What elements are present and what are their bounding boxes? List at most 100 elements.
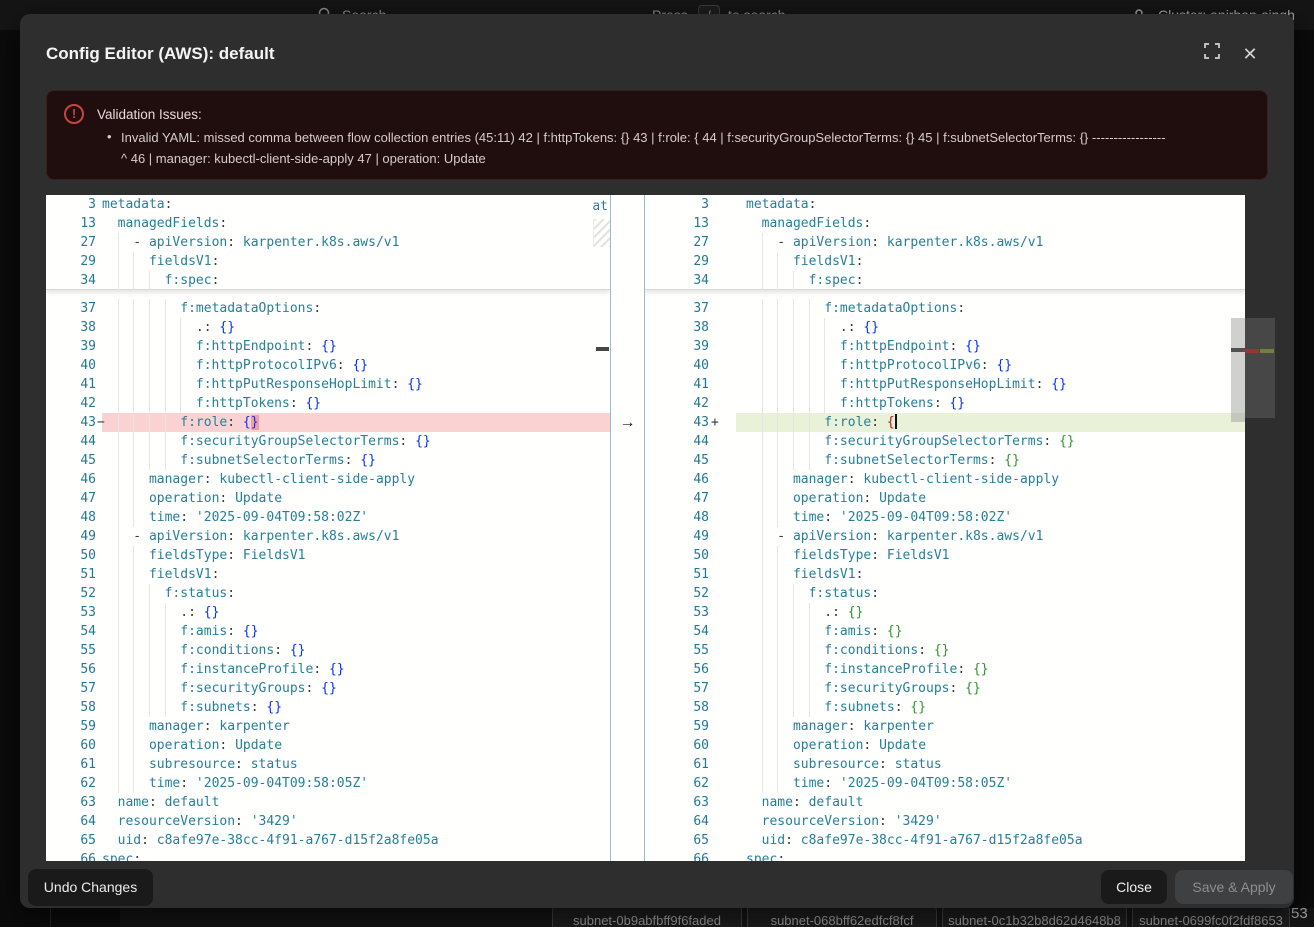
code-line-60[interactable]: 60operation: Update — [645, 736, 1245, 755]
code-line-50[interactable]: 50fieldsType: FieldsV1 — [645, 546, 1245, 565]
code-line-29[interactable]: 29fieldsV1: — [46, 252, 610, 271]
code-line-44[interactable]: 44f:securityGroupSelectorTerms: {} — [645, 432, 1245, 451]
code-line-54[interactable]: 54f:amis: {} — [46, 622, 610, 641]
code-text: - apiVersion: karpenter.k8s.aws/v1 — [102, 233, 399, 252]
code-text: subresource: status — [746, 755, 942, 774]
diff-sash[interactable]: → — [610, 195, 645, 861]
code-text: f:subnetSelectorTerms: {} — [746, 451, 1020, 470]
close-button[interactable]: Close — [1101, 870, 1167, 904]
save-apply-button-disabled[interactable]: Save & Apply — [1175, 870, 1293, 904]
code-line-60[interactable]: 60operation: Update — [46, 736, 610, 755]
code-line-47[interactable]: 47operation: Update — [645, 489, 1245, 508]
line-number: 29 — [46, 252, 96, 271]
code-line-44[interactable]: 44f:securityGroupSelectorTerms: {} — [46, 432, 610, 451]
code-line-34[interactable]: 34f:spec: — [645, 271, 1245, 290]
code-line-61[interactable]: 61subresource: status — [46, 755, 610, 774]
fullscreen-button[interactable] — [1200, 42, 1224, 66]
code-line-63[interactable]: 63name: default — [46, 793, 610, 812]
code-line-63[interactable]: 63name: default — [645, 793, 1245, 812]
code-line-56[interactable]: 56f:instanceProfile: {} — [645, 660, 1245, 679]
code-line-42[interactable]: 42f:httpTokens: {} — [46, 394, 610, 413]
code-line-58[interactable]: 58f:subnets: {} — [645, 698, 1245, 717]
code-line-52[interactable]: 52f:status: — [645, 584, 1245, 603]
code-line-27[interactable]: 27- apiVersion: karpenter.k8s.aws/v1 — [46, 233, 610, 252]
code-line-62[interactable]: 62time: '2025-09-04T09:58:05Z' — [645, 774, 1245, 793]
vertical-scrollbar-thumb[interactable] — [1231, 318, 1245, 422]
code-line-47[interactable]: 47operation: Update — [46, 489, 610, 508]
code-line-3[interactable]: 3metadata: — [645, 195, 1245, 214]
code-line-46[interactable]: 46manager: kubectl-client-side-apply — [46, 470, 610, 489]
code-line-65[interactable]: 65uid: c8afe97e-38cc-4f91-a767-d15f2a8fe… — [46, 831, 610, 850]
code-line-41[interactable]: 41f:httpPutResponseHopLimit: {} — [46, 375, 610, 394]
code-line-51[interactable]: 51fieldsV1: — [46, 565, 610, 584]
code-line-61[interactable]: 61subresource: status — [645, 755, 1245, 774]
code-line-13[interactable]: 13managedFields: — [645, 214, 1245, 233]
code-line-3[interactable]: 3metadata: — [46, 195, 610, 214]
code-line-56[interactable]: 56f:instanceProfile: {} — [46, 660, 610, 679]
code-line-58[interactable]: 58f:subnets: {} — [46, 698, 610, 717]
code-line-53[interactable]: 53.: {} — [46, 603, 610, 622]
code-line-38[interactable]: 38.: {} — [46, 318, 610, 337]
code-line-53[interactable]: 53.: {} — [645, 603, 1245, 622]
code-line-66[interactable]: 66spec: — [645, 850, 1245, 861]
code-line-50[interactable]: 50fieldsType: FieldsV1 — [46, 546, 610, 565]
code-line-59[interactable]: 59manager: karpenter — [645, 717, 1245, 736]
code-line-65[interactable]: 65uid: c8afe97e-38cc-4f91-a767-d15f2a8fe… — [645, 831, 1245, 850]
diff-overview-ruler[interactable] — [1245, 195, 1275, 861]
code-text: f:securityGroupSelectorTerms: {} — [746, 432, 1075, 451]
code-line-39[interactable]: 39f:httpEndpoint: {} — [645, 337, 1245, 356]
code-line-62[interactable]: 62time: '2025-09-04T09:58:05Z' — [46, 774, 610, 793]
code-text: f:metadataOptions: — [746, 299, 965, 318]
original-editor-pane[interactable]: at 3metadata:13managedFields:27- apiVers… — [46, 195, 610, 861]
code-line-46[interactable]: 46manager: kubectl-client-side-apply — [645, 470, 1245, 489]
code-line-52[interactable]: 52f:status: — [46, 584, 610, 603]
code-line-40[interactable]: 40f:httpProtocolIPv6: {} — [645, 356, 1245, 375]
code-line-38[interactable]: 38.: {} — [645, 318, 1245, 337]
code-line-64[interactable]: 64resourceVersion: '3429' — [645, 812, 1245, 831]
code-line-64[interactable]: 64resourceVersion: '3429' — [46, 812, 610, 831]
config-editor-dialog: Config Editor (AWS): default ✕ ! Validat… — [20, 14, 1294, 908]
code-line-55[interactable]: 55f:conditions: {} — [645, 641, 1245, 660]
code-line-37[interactable]: 37f:metadataOptions: — [46, 299, 610, 318]
code-line-57[interactable]: 57f:securityGroups: {} — [46, 679, 610, 698]
code-line-29[interactable]: 29fieldsV1: — [645, 252, 1245, 271]
undo-changes-button[interactable]: Undo Changes — [28, 869, 153, 906]
code-line-49[interactable]: 49- apiVersion: karpenter.k8s.aws/v1 — [46, 527, 610, 546]
code-line-45[interactable]: 45 f:subnetSelectorTerms: {} — [645, 451, 1245, 470]
code-line-57[interactable]: 57f:securityGroups: {} — [645, 679, 1245, 698]
line-number: 45 — [645, 451, 709, 470]
sticky-collapsed-regions[interactable]: 3metadata:13managedFields:27- apiVersion… — [645, 195, 1245, 290]
modified-editor-pane[interactable]: 3metadata:13managedFields:27- apiVersion… — [645, 195, 1245, 861]
clipped-subnet-text: 53 — [1291, 905, 1308, 922]
copy-change-arrow[interactable]: → — [611, 413, 644, 432]
code-line-37[interactable]: 37f:metadataOptions: — [645, 299, 1245, 318]
line-number: 51 — [645, 565, 709, 584]
sticky-collapsed-regions[interactable]: 3metadata:13managedFields:27- apiVersion… — [46, 195, 610, 290]
validation-heading: Validation Issues: — [97, 107, 202, 122]
code-line-27[interactable]: 27- apiVersion: karpenter.k8s.aws/v1 — [645, 233, 1245, 252]
code-line-34[interactable]: 34f:spec: — [46, 271, 610, 290]
overview-viewport-slider[interactable] — [1245, 318, 1275, 418]
close-dialog-button[interactable]: ✕ — [1238, 42, 1262, 66]
code-line-48[interactable]: 48time: '2025-09-04T09:58:02Z' — [645, 508, 1245, 527]
code-text: subresource: status — [102, 755, 298, 774]
code-line-54[interactable]: 54f:amis: {} — [645, 622, 1245, 641]
code-line-59[interactable]: 59manager: karpenter — [46, 717, 610, 736]
line-number: 46 — [46, 470, 96, 489]
code-line-40[interactable]: 40f:httpProtocolIPv6: {} — [46, 356, 610, 375]
code-text: spec: — [102, 850, 141, 861]
code-line-13[interactable]: 13managedFields: — [46, 214, 610, 233]
sidebar-divider — [50, 908, 51, 927]
code-line-43[interactable]: 43−f:role: {} — [46, 413, 610, 432]
code-line-48[interactable]: 48time: '2025-09-04T09:58:02Z' — [46, 508, 610, 527]
code-line-49[interactable]: 49- apiVersion: karpenter.k8s.aws/v1 — [645, 527, 1245, 546]
code-line-45[interactable]: 45f:subnetSelectorTerms: {} — [46, 451, 610, 470]
code-line-41[interactable]: 41f:httpPutResponseHopLimit: {} — [645, 375, 1245, 394]
code-line-43[interactable]: 43+f:role: { — [645, 413, 1245, 432]
code-line-55[interactable]: 55f:conditions: {} — [46, 641, 610, 660]
code-line-51[interactable]: 51fieldsV1: — [645, 565, 1245, 584]
code-text: name: default — [746, 793, 863, 812]
code-line-66[interactable]: 66spec: — [46, 850, 610, 861]
code-line-42[interactable]: 42f:httpTokens: {} — [645, 394, 1245, 413]
code-line-39[interactable]: 39f:httpEndpoint: {} — [46, 337, 610, 356]
